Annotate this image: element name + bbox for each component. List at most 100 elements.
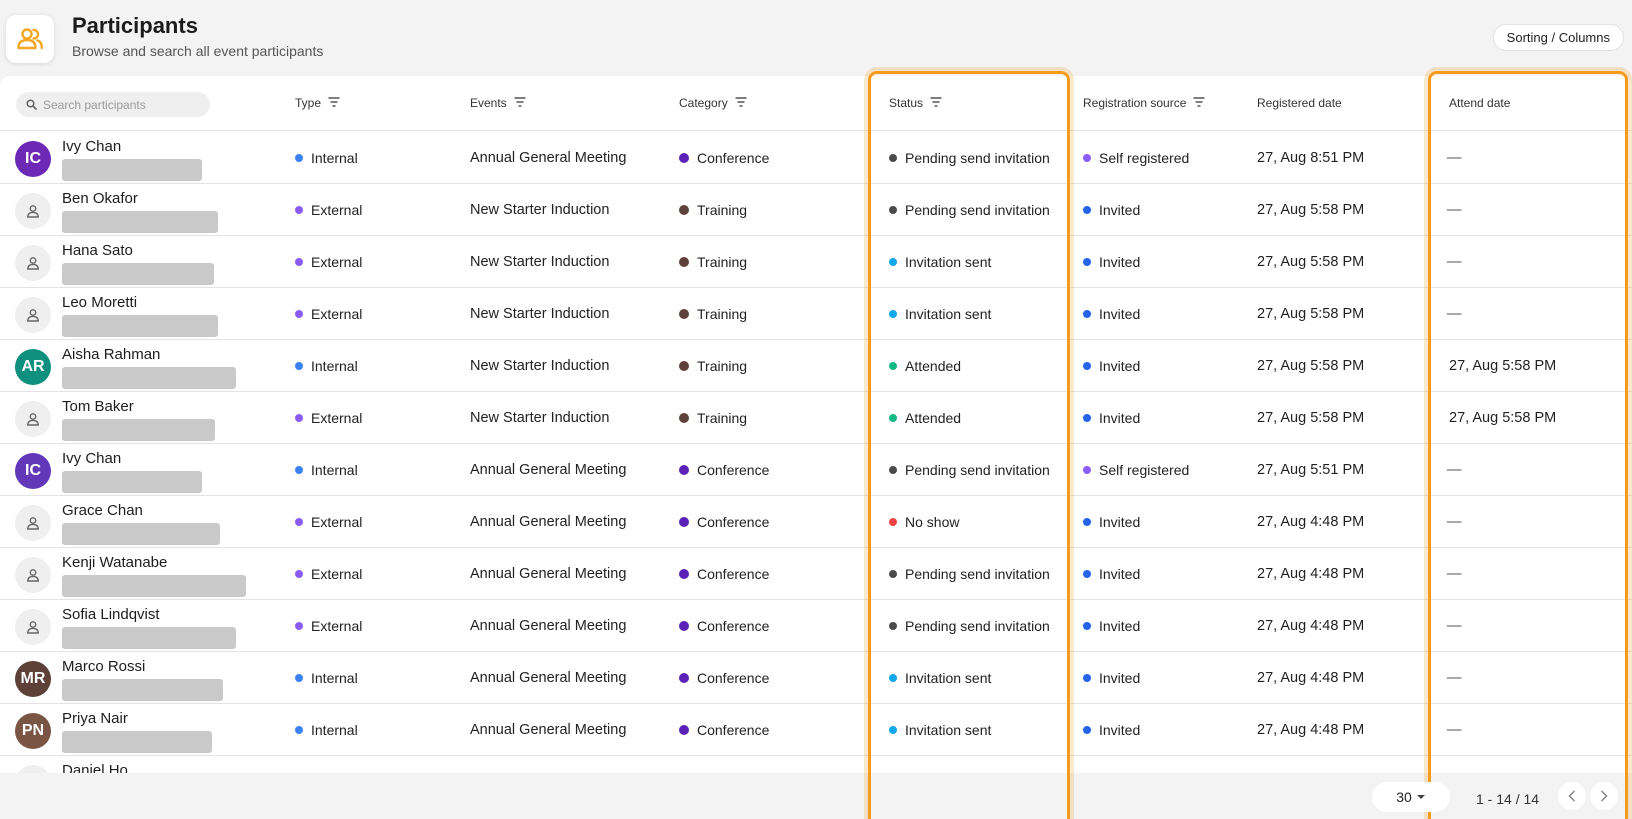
search-box[interactable] <box>16 92 210 117</box>
attend-date-cell: — <box>1447 566 1462 582</box>
registration-source-cell: Invited <box>1083 670 1140 686</box>
registration-source-cell: Invited <box>1083 254 1140 270</box>
person-icon <box>15 401 51 437</box>
participant-name[interactable]: Priya Nair <box>62 710 128 727</box>
type-cell: Internal <box>295 462 358 478</box>
filter-icon[interactable] <box>328 96 340 110</box>
page-subtitle: Browse and search all event participants <box>72 43 324 59</box>
column-label: Attend date <box>1449 96 1511 110</box>
redacted-email <box>62 159 202 181</box>
table-row[interactable]: Leo Moretti External New Starter Induction… <box>0 288 1632 340</box>
table-row[interactable]: Tom Baker External New Starter Induction Tr… <box>0 392 1632 444</box>
person-icon <box>15 765 51 773</box>
table-row[interactable]: Sofia Lindqvist External Annual General Me… <box>0 600 1632 652</box>
type-dot <box>295 362 303 370</box>
category-dot <box>679 153 689 163</box>
source-dot <box>1083 258 1091 266</box>
sorting-columns-button[interactable]: Sorting / Columns <box>1492 24 1624 51</box>
participant-name[interactable]: Ivy Chan <box>62 138 121 155</box>
filter-icon[interactable] <box>735 96 747 110</box>
source-dot <box>1083 310 1091 318</box>
category-dot <box>679 569 689 579</box>
person-icon <box>15 245 51 281</box>
type-dot <box>295 258 303 266</box>
participant-name[interactable]: Ivy Chan <box>62 450 121 467</box>
status-dot <box>889 570 897 578</box>
participant-name[interactable]: Hana Sato <box>62 242 133 259</box>
column-header-category[interactable]: Category <box>679 96 747 110</box>
caret-down-icon <box>1416 795 1425 799</box>
redacted-email <box>62 419 215 441</box>
category-cell: Conference <box>679 150 769 166</box>
table-row[interactable]: Kenji Watanabe External Annual General Mee… <box>0 548 1632 600</box>
search-input[interactable] <box>43 97 203 112</box>
column-header-events[interactable]: Events <box>470 96 526 110</box>
participant-name[interactable]: Leo Moretti <box>62 294 137 311</box>
event-cell: New Starter Induction <box>470 254 610 270</box>
previous-page-button[interactable] <box>1558 782 1586 810</box>
avatar: MR <box>15 661 51 697</box>
filter-icon[interactable] <box>1193 96 1205 110</box>
table-row[interactable]: Hana Sato External New Starter Induction Tr… <box>0 236 1632 288</box>
redacted-email <box>62 679 223 701</box>
status-cell: Pending send invitation <box>889 462 1050 478</box>
users-icon <box>6 15 54 63</box>
filter-icon[interactable] <box>514 96 526 110</box>
category-dot <box>679 413 689 423</box>
filter-icon[interactable] <box>930 96 942 110</box>
participant-name[interactable]: Daniel Ho <box>62 762 128 773</box>
avatar: IC <box>15 141 51 177</box>
participant-name[interactable]: Sofia Lindqvist <box>62 606 160 623</box>
table-row[interactable]: PN Priya Nair Internal Annual General Meeti… <box>0 704 1632 756</box>
redacted-email <box>62 627 236 649</box>
participant-name[interactable]: Grace Chan <box>62 502 143 519</box>
attend-date-cell: — <box>1447 670 1462 686</box>
type-dot <box>295 518 303 526</box>
table-row[interactable]: Grace Chan External Annual General Meeting… <box>0 496 1632 548</box>
redacted-email <box>62 263 214 285</box>
table-row[interactable]: AR Aisha Rahman Internal New Starter Induct… <box>0 340 1632 392</box>
registration-source-cell: Self registered <box>1083 462 1189 478</box>
attend-date-cell: 27, Aug 5:58 PM <box>1449 358 1557 374</box>
column-label: Type <box>295 96 322 110</box>
registration-source-cell: Invited <box>1083 722 1140 738</box>
status-cell: Invitation sent <box>889 254 991 270</box>
category-dot <box>679 257 689 267</box>
page-title: Participants <box>72 13 198 38</box>
table-row[interactable]: MR Marco Rossi Internal Annual General Meet… <box>0 652 1632 704</box>
category-dot <box>679 309 689 319</box>
source-dot <box>1083 414 1091 422</box>
table-row[interactable]: IC Ivy Chan Internal Annual General Meeting… <box>0 444 1632 496</box>
participant-name[interactable]: Kenji Watanabe <box>62 554 167 571</box>
type-dot <box>295 154 303 162</box>
column-header-type[interactable]: Type <box>295 96 340 110</box>
column-header-status[interactable]: Status <box>889 96 942 110</box>
column-header-attend-date[interactable]: Attend date <box>1449 96 1510 110</box>
registration-source-cell: Invited <box>1083 514 1140 530</box>
participant-name[interactable]: Ben Okafor <box>62 190 138 207</box>
column-header-registration-source[interactable]: Registration source <box>1083 96 1205 110</box>
category-dot <box>679 725 689 735</box>
table-row[interactable]: IC Ivy Chan Internal Annual General Meeting… <box>0 132 1632 184</box>
attend-date-cell: — <box>1447 150 1462 166</box>
registered-date-cell: 27, Aug 5:58 PM <box>1257 202 1365 218</box>
type-cell: External <box>295 618 362 634</box>
status-cell: Pending send invitation <box>889 202 1050 218</box>
person-icon <box>15 193 51 229</box>
category-cell: Training <box>679 306 747 322</box>
avatar: AR <box>15 349 51 385</box>
column-label: Registration source <box>1083 96 1187 110</box>
status-dot <box>889 414 897 422</box>
status-dot <box>889 206 897 214</box>
next-page-button[interactable] <box>1590 782 1618 810</box>
event-cell: New Starter Induction <box>470 202 610 218</box>
table-row[interactable]: Daniel Ho <box>0 756 1632 773</box>
participant-name[interactable]: Marco Rossi <box>62 658 145 675</box>
participant-name[interactable]: Aisha Rahman <box>62 346 160 363</box>
page-size-select[interactable]: 30 <box>1372 782 1450 812</box>
redacted-email <box>62 211 218 233</box>
category-cell: Conference <box>679 618 769 634</box>
table-row[interactable]: Ben Okafor External New Starter Induction T… <box>0 184 1632 236</box>
column-header-registered-date[interactable]: Registered date <box>1257 96 1342 110</box>
participant-name[interactable]: Tom Baker <box>62 398 134 415</box>
